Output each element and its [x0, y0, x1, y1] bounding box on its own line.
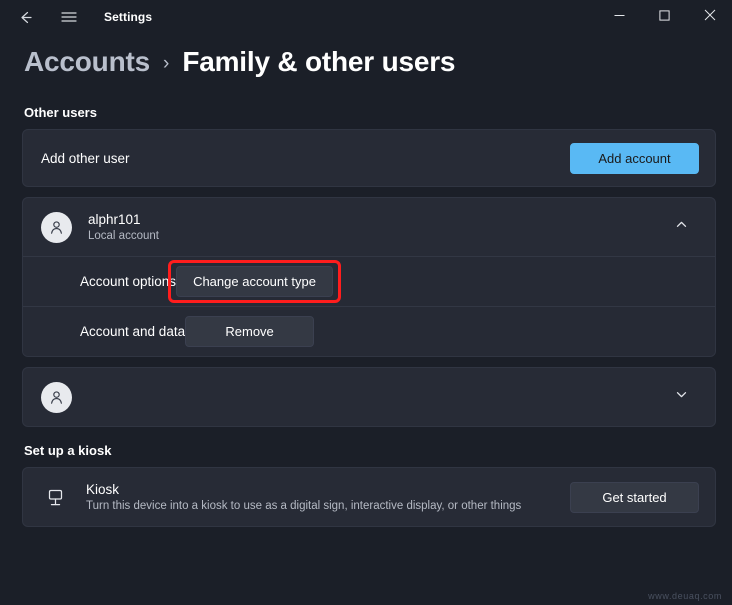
other-users-heading: Other users: [24, 105, 716, 120]
remove-account-button[interactable]: Remove: [185, 316, 314, 347]
settings-window: Settings Accounts › Family & other use: [0, 0, 732, 605]
account-header-row[interactable]: alphr101 Local account: [23, 198, 715, 256]
breadcrumb-separator-icon: ›: [163, 53, 169, 75]
account-expand-toggle[interactable]: [667, 213, 695, 241]
back-button[interactable]: [8, 1, 42, 33]
chevron-down-icon: [675, 388, 688, 406]
chevron-up-icon: [675, 218, 688, 236]
kiosk-card: Kiosk Turn this device into a kiosk to u…: [22, 467, 716, 527]
kiosk-display-icon: [41, 483, 69, 511]
avatar: [41, 212, 72, 243]
change-account-type-highlight: Change account type: [176, 266, 333, 297]
account-options-label: Account options: [80, 274, 176, 289]
change-account-type-button[interactable]: Change account type: [176, 266, 333, 297]
account-header-row-collapsed[interactable]: [23, 368, 715, 426]
hamburger-menu-button[interactable]: [52, 1, 86, 33]
account-name: alphr101: [88, 211, 667, 228]
hamburger-menu-icon: [61, 10, 77, 24]
account-options-row: Account options Change account type: [23, 256, 715, 306]
close-icon: [704, 8, 716, 26]
kiosk-description: Turn this device into a kiosk to use as …: [86, 498, 570, 514]
person-icon: [48, 389, 65, 406]
avatar: [41, 382, 72, 413]
watermark: www.deuaq.com: [648, 591, 722, 601]
add-other-user-label: Add other user: [41, 151, 570, 166]
window-controls: [597, 0, 732, 34]
arrow-left-icon: [17, 9, 34, 26]
maximize-button[interactable]: [642, 0, 687, 34]
add-account-button[interactable]: Add account: [570, 143, 699, 174]
close-button[interactable]: [687, 0, 732, 34]
kiosk-row: Kiosk Turn this device into a kiosk to u…: [23, 468, 715, 526]
kiosk-heading: Set up a kiosk: [24, 443, 716, 458]
add-other-user-row: Add other user Add account: [23, 130, 715, 186]
page-title: Family & other users: [182, 46, 455, 78]
account-and-data-row: Account and data Remove: [23, 306, 715, 356]
window-title: Settings: [104, 10, 152, 24]
breadcrumb: Accounts › Family & other users: [0, 34, 732, 92]
account-type: Local account: [88, 228, 667, 244]
person-icon: [48, 219, 65, 236]
account-card-collapsed[interactable]: [22, 367, 716, 427]
breadcrumb-parent-accounts[interactable]: Accounts: [24, 46, 150, 78]
title-bar: Settings: [0, 0, 732, 34]
minimize-button[interactable]: [597, 0, 642, 34]
account-and-data-label: Account and data: [80, 324, 185, 339]
minimize-icon: [614, 8, 625, 26]
maximize-icon: [659, 8, 670, 26]
settings-content: Other users Add other user Add account: [0, 105, 732, 527]
kiosk-get-started-button[interactable]: Get started: [570, 482, 699, 513]
account-card-alphr101: alphr101 Local account Account options C…: [22, 197, 716, 357]
account-expand-toggle-collapsed[interactable]: [667, 383, 695, 411]
add-other-user-card: Add other user Add account: [22, 129, 716, 187]
kiosk-title: Kiosk: [86, 481, 570, 498]
